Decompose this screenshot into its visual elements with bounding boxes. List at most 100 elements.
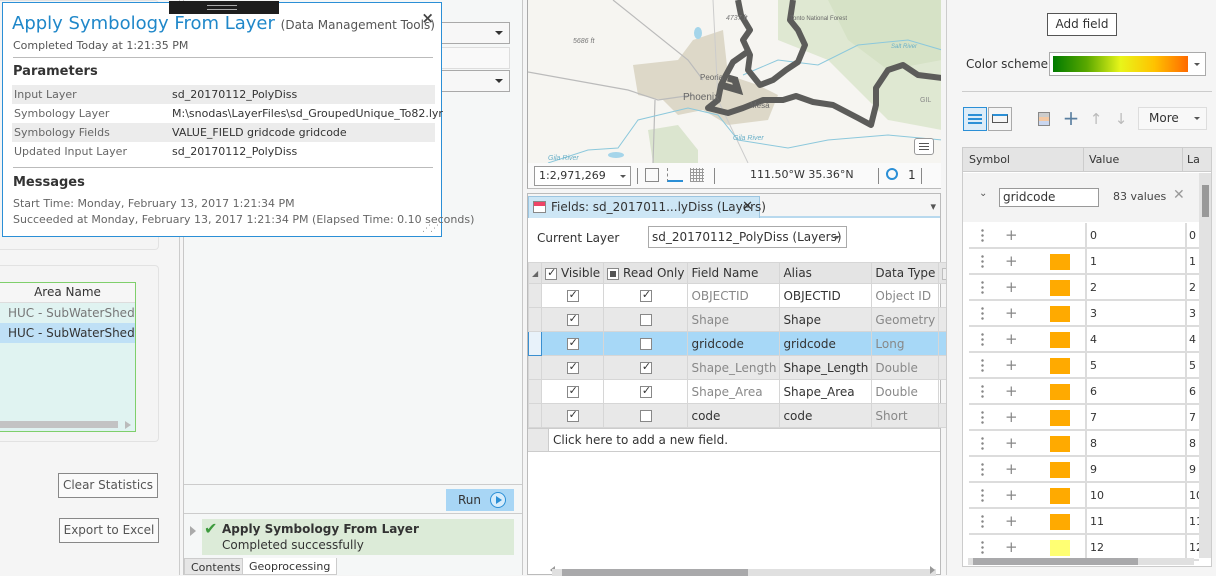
data-type-cell[interactable]: Object ID [871,283,940,308]
remove-group-icon[interactable]: ✕ [1173,187,1185,203]
tab-geoprocessing[interactable]: Geoprocessing [242,558,338,575]
field-name-cell[interactable]: gridcode [687,331,781,356]
visible-checkbox[interactable] [566,408,579,422]
expand-plus-icon[interactable]: + [1005,538,1018,556]
visible-checkbox[interactable] [566,336,579,350]
read-only-cell[interactable] [603,355,689,380]
class-label[interactable]: 2 [1185,275,1199,301]
read-only-cell[interactable] [603,283,689,308]
symbol-swatch[interactable] [1050,280,1070,296]
area-grid-hscrollbar[interactable] [0,421,118,428]
symbol-class-row[interactable]: +1010 [969,483,1199,509]
column-header-read-only[interactable]: Read Only [603,262,689,284]
drag-handle-icon[interactable] [981,462,984,476]
expand-result-icon[interactable] [190,526,196,536]
symbol-class-row[interactable]: +8 8 [969,431,1199,457]
visible-cell[interactable] [541,355,605,380]
field-name-cell[interactable]: Shape [687,307,781,332]
expand-plus-icon[interactable]: + [1005,278,1018,296]
add-field-button[interactable]: Add field [1047,13,1117,36]
class-label[interactable]: 3 [1185,301,1199,327]
read-only-checkbox[interactable] [639,314,652,326]
column-header-symbol[interactable]: Symbol [969,153,1010,166]
class-value[interactable]: 2 [1085,275,1185,301]
drag-handle-icon[interactable] [981,488,984,502]
drag-handle-icon[interactable] [981,306,984,320]
add-class-button[interactable]: + [1059,107,1083,131]
field-name-cell[interactable]: OBJECTID [687,283,781,308]
class-value[interactable]: 4 [1085,327,1185,353]
column-header-data-type[interactable]: Data Type [871,262,940,284]
expand-plus-icon[interactable]: + [1005,226,1018,244]
class-label[interactable]: 9 [1185,457,1199,483]
field-row[interactable]: Shape_AreaShape_AreaDouble [527,379,959,404]
drag-handle-icon[interactable] [981,358,984,372]
data-type-cell[interactable]: Geometry [871,307,940,332]
drag-handle-icon[interactable] [981,514,984,528]
read-only-cell[interactable] [603,307,689,332]
field-row[interactable]: Shape_LengthShape_LengthDouble [527,355,959,380]
expand-plus-icon[interactable]: + [1005,408,1018,426]
symbol-class-row[interactable]: +4 4 [969,327,1199,353]
symbol-class-row[interactable]: +0 0 [969,223,1199,249]
expand-plus-icon[interactable]: + [1005,486,1018,504]
gp-result-banner[interactable]: ✔ Apply Symbology From Layer Completed s… [202,519,514,555]
class-value[interactable]: 6 [1085,379,1185,405]
symbol-swatch[interactable] [1050,332,1070,348]
field-row[interactable]: ShapeShapeGeometry [527,307,959,332]
map-scale-dropdown[interactable]: 1:2,971,269 [534,166,631,186]
grid-icon[interactable] [690,168,704,182]
symbol-class-row[interactable]: +2 2 [969,275,1199,301]
more-button[interactable]: More [1138,107,1207,130]
visible-cell[interactable] [541,307,605,332]
area-name-row-selected[interactable]: HUC - SubWaterSheds [0,323,135,343]
class-value[interactable]: 8 [1085,431,1185,457]
symbol-swatch[interactable] [1050,410,1070,426]
close-icon[interactable]: ✕ [742,197,753,217]
class-value[interactable]: 11 [1085,509,1185,535]
visible-cell[interactable] [541,403,605,428]
symbol-class-row[interactable]: +7 7 [969,405,1199,431]
read-only-checkbox[interactable] [639,288,652,302]
class-label[interactable]: 5 [1185,353,1199,379]
class-label[interactable]: 0 [1185,223,1199,249]
symbol-swatch[interactable] [1050,306,1070,322]
map-overview-icon[interactable] [914,138,934,155]
color-scheme-dropdown[interactable] [1049,52,1206,76]
drag-handle-icon[interactable] [981,410,984,424]
symbol-swatch[interactable] [1050,488,1070,504]
column-header-value[interactable]: Value [1089,153,1119,166]
select-all-corner[interactable]: ◢ [527,262,543,284]
expand-plus-icon[interactable]: + [1005,434,1018,452]
classes-view-button[interactable] [963,107,987,131]
add-all-values-button[interactable] [1033,107,1057,131]
alias-cell[interactable]: Shape_Length [779,355,873,380]
area-name-header[interactable]: Area Name [0,283,135,303]
expand-plus-icon[interactable]: + [1005,356,1018,374]
read-only-checkbox[interactable] [639,360,652,374]
scales-view-button[interactable] [988,107,1012,131]
move-down-button[interactable]: ↓ [1109,107,1133,131]
row-header[interactable] [527,403,543,428]
visible-checkbox[interactable] [566,360,579,374]
class-label[interactable]: 6 [1185,379,1199,405]
tab-contents[interactable]: Contents [184,558,248,575]
alias-cell[interactable]: gridcode [779,331,873,356]
drag-handle-icon[interactable] [981,254,984,268]
close-icon[interactable]: × [421,9,434,27]
alias-cell[interactable]: OBJECTID [779,283,873,308]
drag-handle-icon[interactable] [981,436,984,450]
field-row[interactable]: codecodeShort [527,403,959,428]
expand-plus-icon[interactable]: + [1005,330,1018,348]
row-header[interactable] [527,379,543,404]
class-value[interactable]: 10 [1085,483,1185,509]
data-type-cell[interactable]: Double [871,379,940,404]
data-type-cell[interactable]: Double [871,355,940,380]
class-label[interactable]: 8 [1185,431,1199,457]
column-header-visible[interactable]: Visible [541,262,605,284]
area-name-grid[interactable]: Area Name HUC - SubWaterSheds HUC - SubW… [0,282,136,432]
symbol-swatch[interactable] [1050,384,1070,400]
drag-handle-icon[interactable] [981,540,984,554]
field-name-cell[interactable]: Shape_Length [687,355,781,380]
class-label[interactable]: 11 [1185,509,1199,535]
